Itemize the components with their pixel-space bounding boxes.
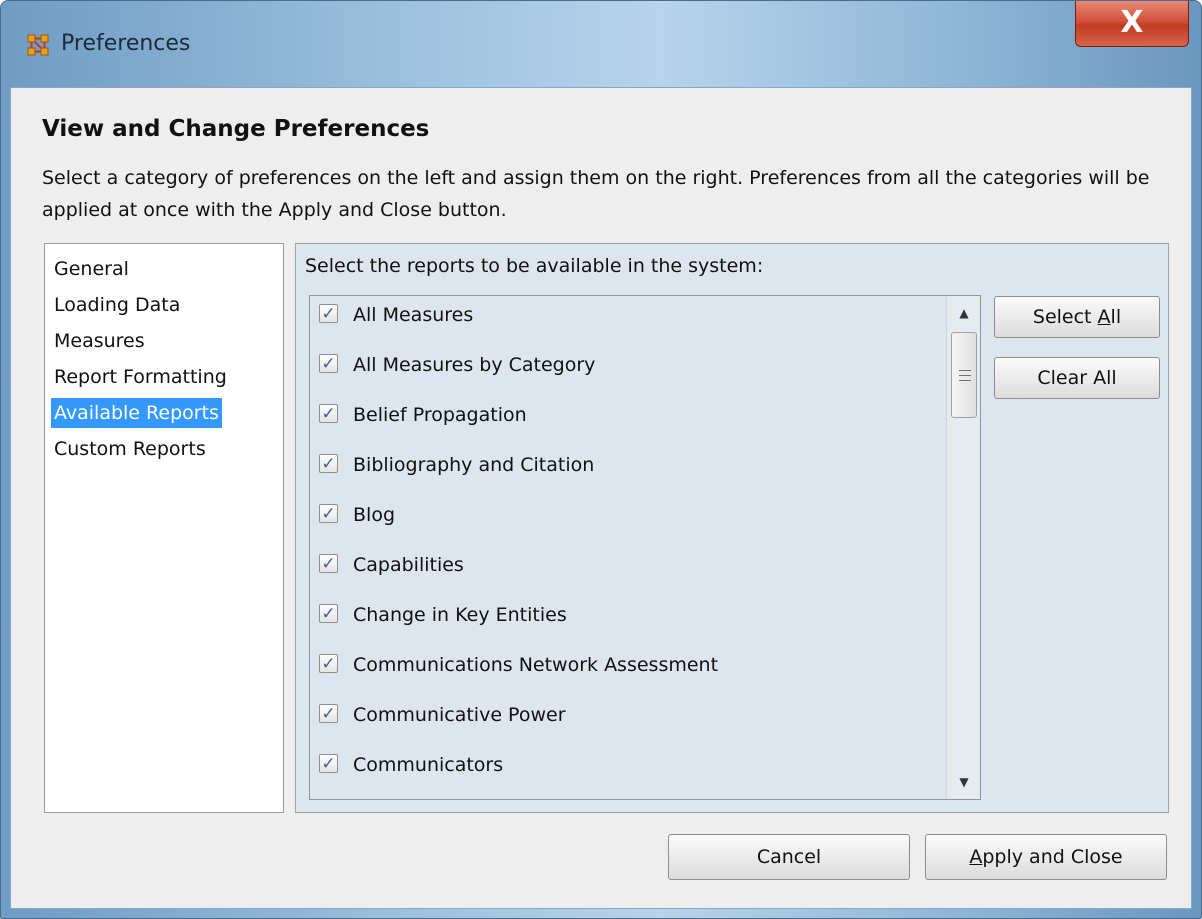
report-label: Bibliography and Citation xyxy=(353,454,595,476)
report-label: Belief Propagation xyxy=(353,404,527,426)
close-icon: X xyxy=(1120,5,1144,40)
category-item-loading-data[interactable]: Loading Data xyxy=(51,290,183,320)
report-checkbox[interactable]: ✓ xyxy=(319,454,338,473)
report-checkbox[interactable]: ✓ xyxy=(319,604,338,623)
scroll-up-arrow-icon[interactable]: ▲ xyxy=(947,300,980,326)
category-item-measures[interactable]: Measures xyxy=(51,326,148,356)
page-title: View and Change Preferences xyxy=(42,116,430,142)
clear-all-button[interactable]: Clear All xyxy=(994,357,1160,399)
reports-panel: Select the reports to be available in th… xyxy=(295,243,1169,813)
select-all-mnemonic: A xyxy=(1097,306,1111,328)
reports-panel-label: Select the reports to be available in th… xyxy=(305,255,764,277)
report-label: Communicative Power xyxy=(353,704,566,726)
network-app-icon xyxy=(27,34,49,56)
window-title: Preferences xyxy=(61,31,191,56)
apply-and-close-button[interactable]: Apply and Close xyxy=(925,834,1167,880)
grip-line xyxy=(959,375,971,376)
grip-line xyxy=(959,380,971,381)
apply-mnemonic: A xyxy=(969,846,983,868)
report-checkbox[interactable]: ✓ xyxy=(319,354,338,373)
preferences-window: Preferences X View and Change Preference… xyxy=(0,0,1202,919)
grip-line xyxy=(959,370,971,371)
reports-list[interactable]: ✓ All Measures ✓ All Measures by Categor… xyxy=(309,295,981,800)
category-item-available-reports[interactable]: Available Reports xyxy=(51,398,222,428)
report-label: Capabilities xyxy=(353,554,464,576)
report-checkbox[interactable]: ✓ xyxy=(319,554,338,573)
select-all-button[interactable]: Select All xyxy=(994,296,1160,338)
report-checkbox[interactable]: ✓ xyxy=(319,754,338,773)
category-item-general[interactable]: General xyxy=(51,254,132,284)
category-item-custom-reports[interactable]: Custom Reports xyxy=(51,434,209,464)
report-checkbox[interactable]: ✓ xyxy=(319,504,338,523)
report-label: All Measures xyxy=(353,304,474,326)
apply-label-rest: pply and Close xyxy=(982,846,1123,868)
report-label: Communications Network Assessment xyxy=(353,654,719,676)
category-list[interactable]: General Loading Data Measures Report For… xyxy=(44,243,284,813)
scroll-down-arrow-icon[interactable]: ▼ xyxy=(947,769,980,795)
report-label: Blog xyxy=(353,504,395,526)
report-label: All Measures by Category xyxy=(353,354,596,376)
title-bar[interactable]: Preferences X xyxy=(1,1,1201,87)
dialog-content: View and Change Preferences Select a cat… xyxy=(10,87,1192,909)
category-item-report-formatting[interactable]: Report Formatting xyxy=(51,362,230,392)
report-label: Communicators xyxy=(353,754,504,776)
report-checkbox[interactable]: ✓ xyxy=(319,304,338,323)
select-all-label-start: Select xyxy=(1032,306,1098,328)
cancel-button[interactable]: Cancel xyxy=(668,834,910,880)
select-all-label-end: ll xyxy=(1110,306,1122,328)
scroll-thumb[interactable] xyxy=(951,332,977,418)
report-checkbox[interactable]: ✓ xyxy=(319,404,338,423)
reports-scrollbar[interactable]: ▲ ▼ xyxy=(946,296,980,799)
report-checkbox[interactable]: ✓ xyxy=(319,654,338,673)
page-description: Select a category of preferences on the … xyxy=(42,167,1150,221)
report-checkbox[interactable]: ✓ xyxy=(319,704,338,723)
close-button[interactable]: X xyxy=(1075,1,1189,47)
report-label: Change in Key Entities xyxy=(353,604,567,626)
